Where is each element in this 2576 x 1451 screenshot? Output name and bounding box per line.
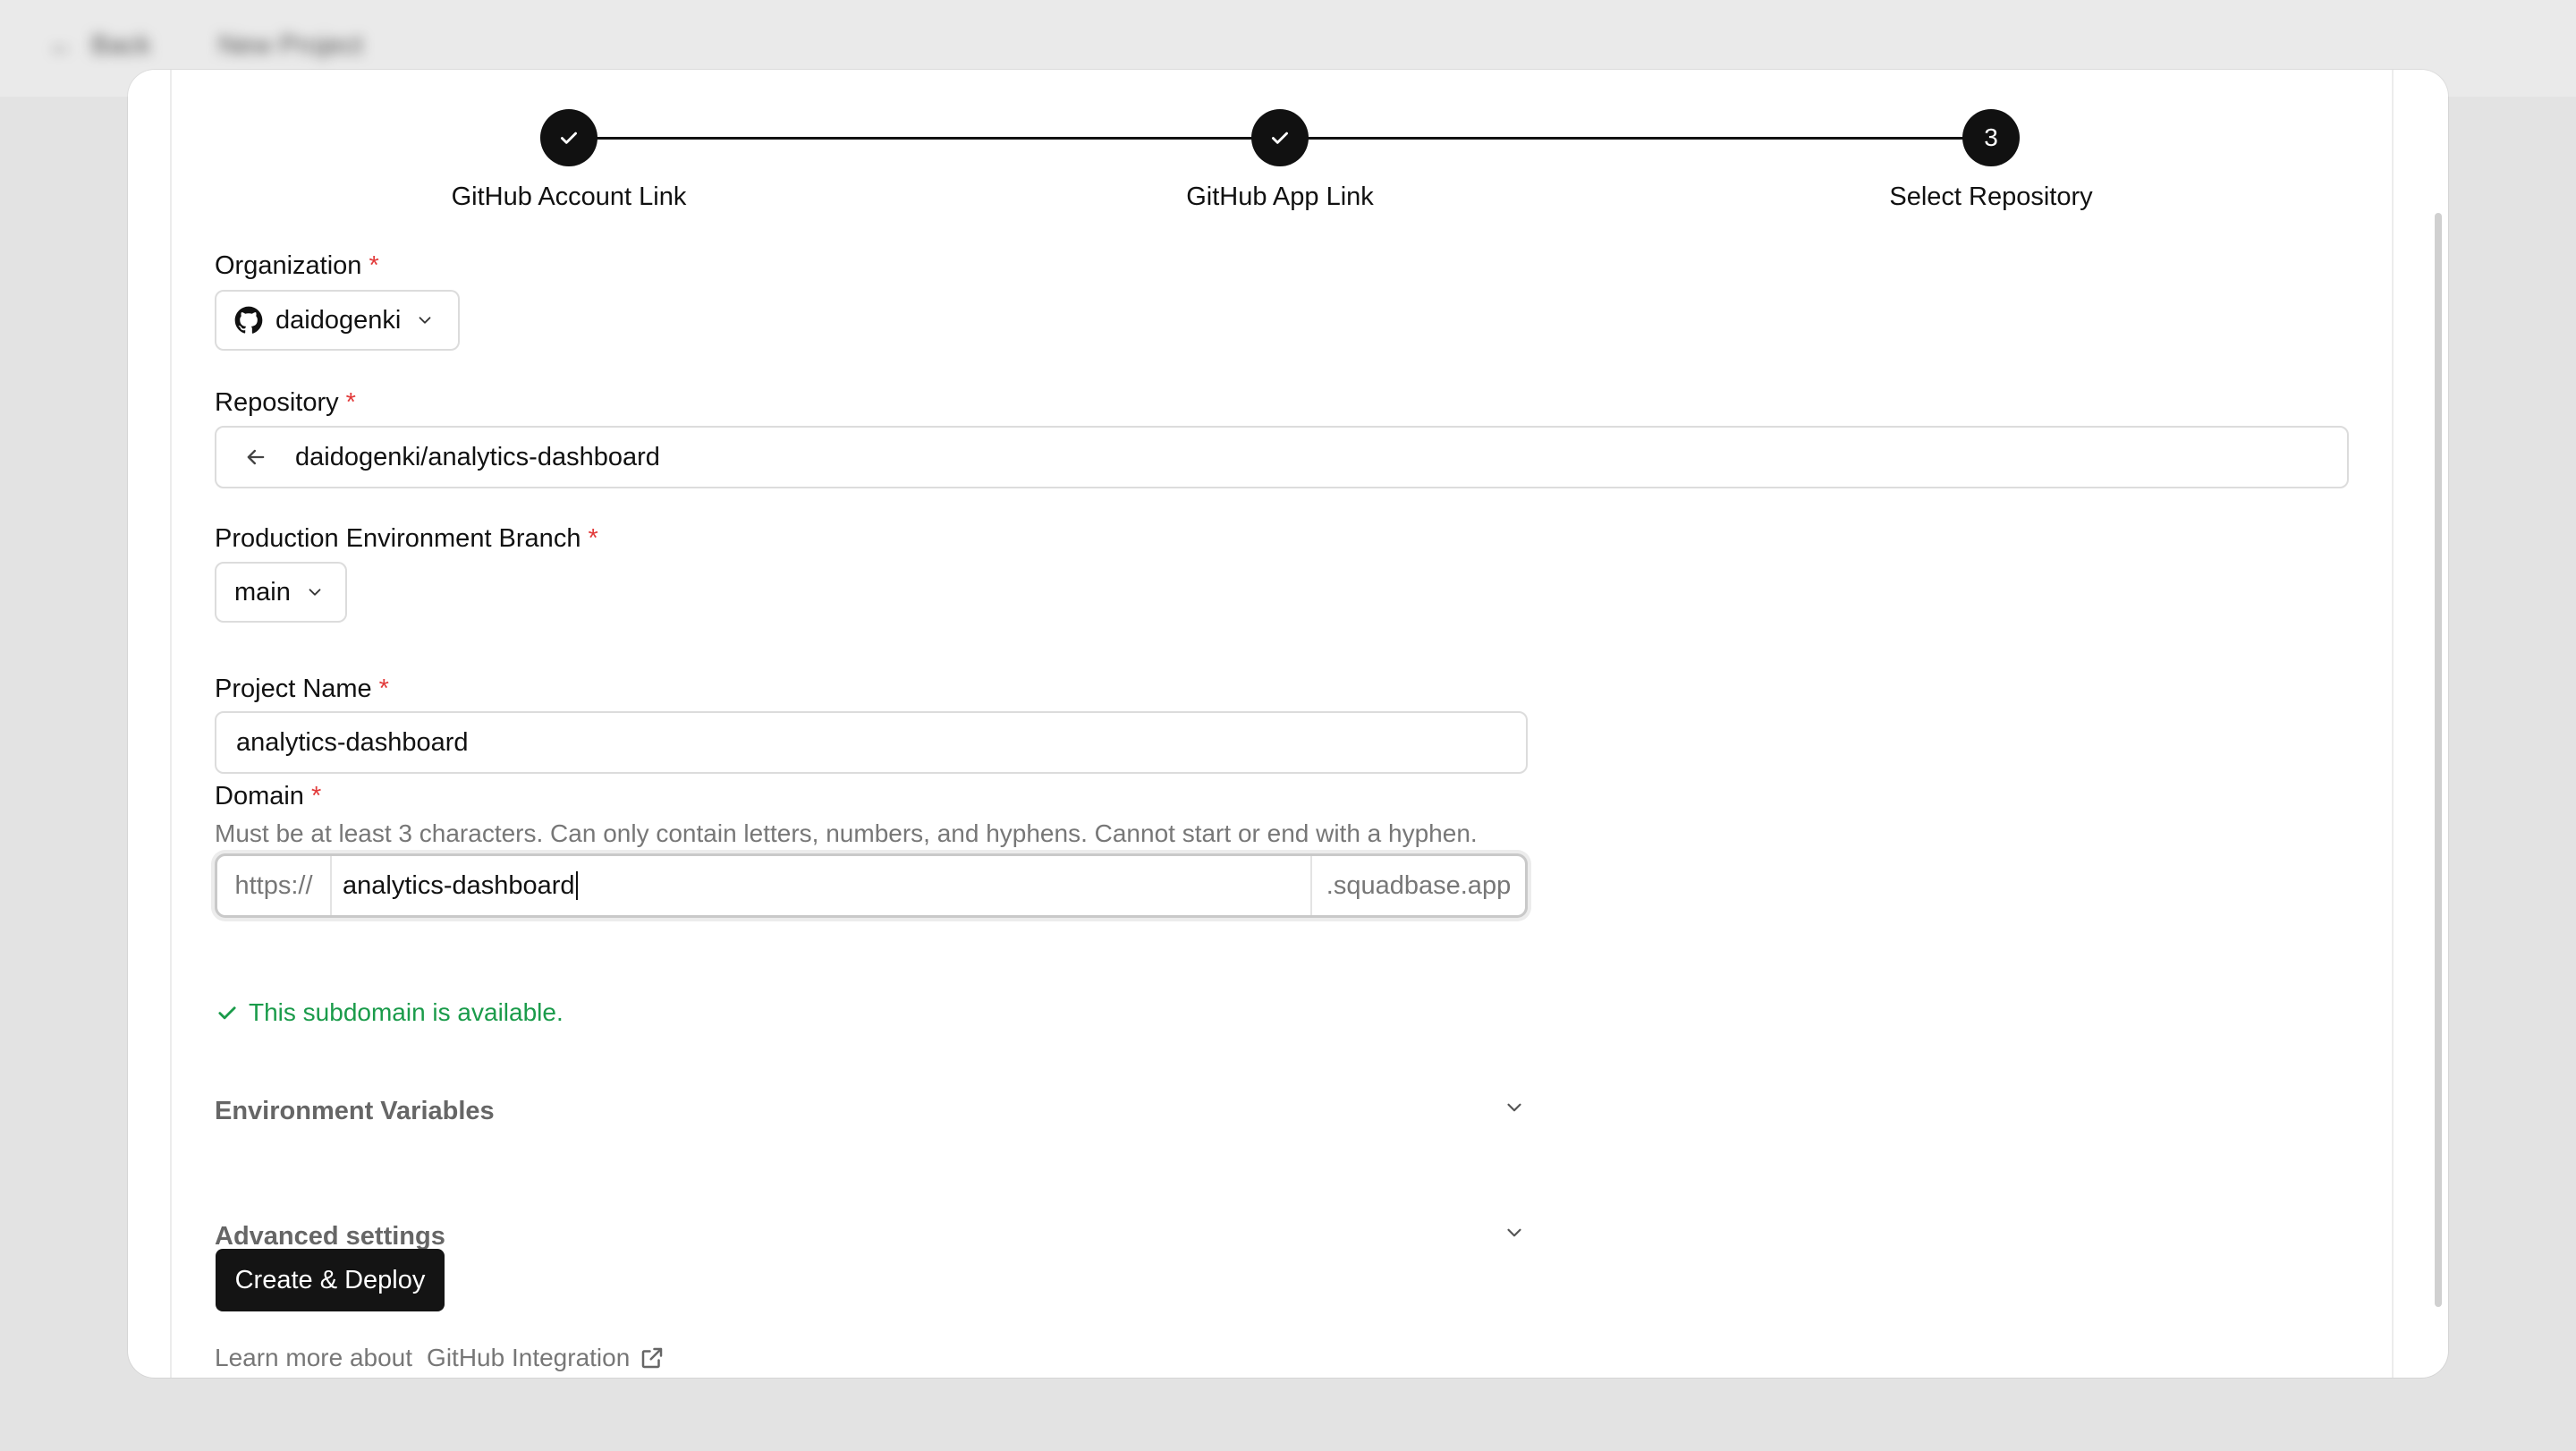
required-mark: * <box>369 251 379 280</box>
project-name-label: Project Name * <box>215 675 389 703</box>
check-icon <box>1272 132 1288 144</box>
repository-label: Repository * <box>215 388 356 417</box>
domain-status: This subdomain is available. <box>215 998 564 1027</box>
branch-select[interactable]: main <box>215 562 347 623</box>
step-label-account: GitHub Account Link <box>451 182 687 211</box>
domain-status-text: This subdomain is available. <box>249 998 564 1026</box>
domain-field: https:// analytics-dashboard .squadbase.… <box>215 853 1528 918</box>
step-3-current: 3 <box>1962 109 2020 166</box>
text-caret <box>575 871 578 900</box>
page-title: New Project <box>218 30 363 60</box>
learn-more: Learn more about GitHub Integration <box>215 1344 665 1372</box>
chevron-down-icon <box>1507 1103 1521 1112</box>
create-deploy-button[interactable]: Create & Deploy <box>216 1249 445 1311</box>
domain-prefix: https:// <box>217 856 332 915</box>
github-integration-link[interactable]: GitHub Integration <box>427 1344 630 1372</box>
required-mark: * <box>588 524 598 553</box>
domain-hint: Must be at least 3 characters. Can only … <box>215 819 1478 847</box>
branch-label: Production Environment Branch * <box>215 524 598 553</box>
check-icon <box>561 132 577 144</box>
environment-variables-label: Environment Variables <box>215 1096 495 1125</box>
organization-value: daidogenki <box>275 305 402 335</box>
github-icon <box>234 306 263 334</box>
chevron-down-icon <box>419 317 431 324</box>
advanced-settings-label: Advanced settings <box>215 1221 445 1251</box>
back-link[interactable]: ← Back <box>48 30 151 61</box>
project-name-value: analytics-dashboard <box>236 727 469 757</box>
external-link-icon[interactable] <box>639 1345 665 1371</box>
chevron-down-icon <box>1507 1228 1521 1237</box>
step-label-app: GitHub App Link <box>1186 182 1374 211</box>
step-label-repository: Select Repository <box>1889 182 2093 211</box>
arrow-left-icon: ← <box>48 30 75 60</box>
repository-field[interactable]: daidogenki/analytics-dashboard <box>215 426 2349 488</box>
step-1-complete <box>540 109 597 166</box>
domain-value: analytics-dashboard <box>343 870 575 900</box>
required-mark: * <box>378 675 389 703</box>
organization-label: Organization * <box>215 251 379 280</box>
stepper-line-2 <box>1283 137 1968 140</box>
repository-value: daidogenki/analytics-dashboard <box>295 442 660 471</box>
new-project-modal: 3 GitHub Account Link GitHub App Link Se… <box>128 70 2448 1378</box>
chevron-down-icon <box>309 589 321 596</box>
stepper-line-1 <box>569 137 1254 140</box>
project-name-input[interactable]: analytics-dashboard <box>215 711 1528 774</box>
domain-label: Domain * <box>215 782 322 810</box>
step-number: 3 <box>1984 123 1998 151</box>
required-mark: * <box>345 388 356 417</box>
domain-input[interactable]: analytics-dashboard <box>332 856 1310 915</box>
learn-more-text: Learn more about <box>215 1344 413 1371</box>
branch-value: main <box>234 577 291 607</box>
required-mark: * <box>310 782 322 810</box>
scrollbar-thumb[interactable] <box>2435 213 2442 1307</box>
environment-variables-toggle[interactable]: Environment Variables <box>215 1084 1528 1138</box>
organization-select[interactable]: daidogenki <box>215 290 460 351</box>
domain-suffix: .squadbase.app <box>1310 856 1525 915</box>
arrow-left-icon[interactable] <box>243 445 268 470</box>
step-2-complete <box>1251 109 1309 166</box>
check-icon <box>218 1006 236 1020</box>
